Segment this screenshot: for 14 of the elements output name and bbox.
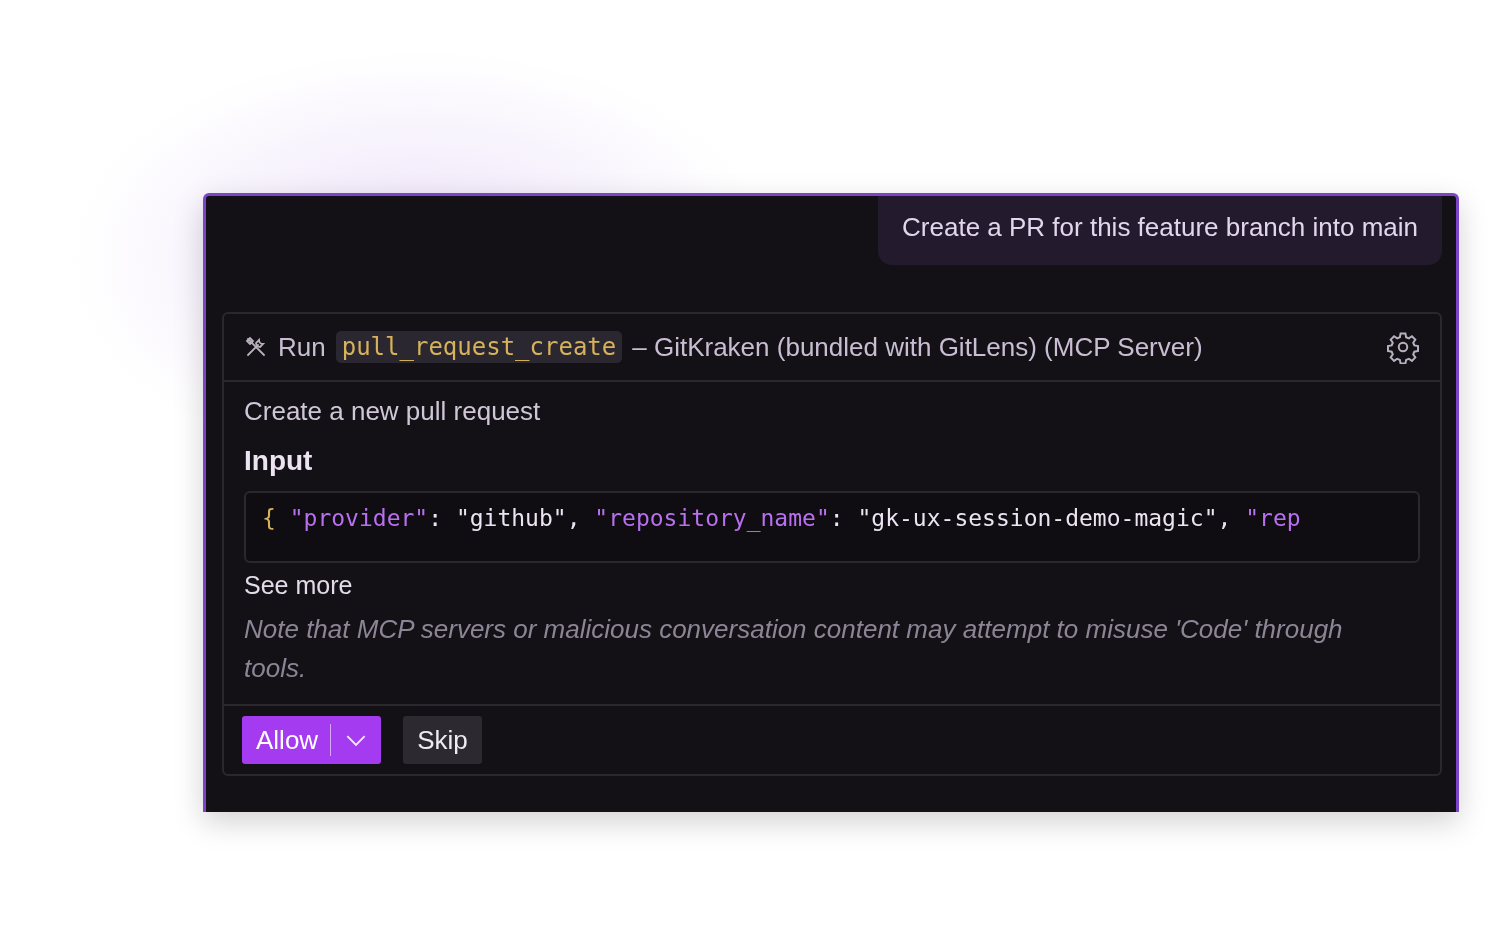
caret-icon[interactable] [345, 733, 368, 747]
input-heading: Input [244, 445, 314, 477]
server-name: – GitKraken (bundled with GitLens) (MCP Server) [632, 331, 1203, 363]
warning-note: Note that MCP servers or malicious conversation content may attempt to misuse 'Code' through tools. [244, 613, 1344, 685]
input-json: { "provider": "github", "repository_name": "gk-ux-session-demo-magic", "rep [262, 505, 1301, 531]
allow-button[interactable]: Allow [242, 716, 382, 764]
tool-name-chip: pull_request_create [335, 331, 623, 363]
settings-icon[interactable] [1386, 330, 1420, 364]
run-label: Run [278, 331, 326, 363]
tools-icon [244, 335, 268, 359]
skip-button[interactable]: Skip [403, 716, 482, 764]
see-more-link[interactable]: See more [244, 571, 353, 600]
user-message: Create a PR for this feature branch into main [878, 196, 1442, 265]
tool-description: Create a new pull request [244, 396, 542, 427]
